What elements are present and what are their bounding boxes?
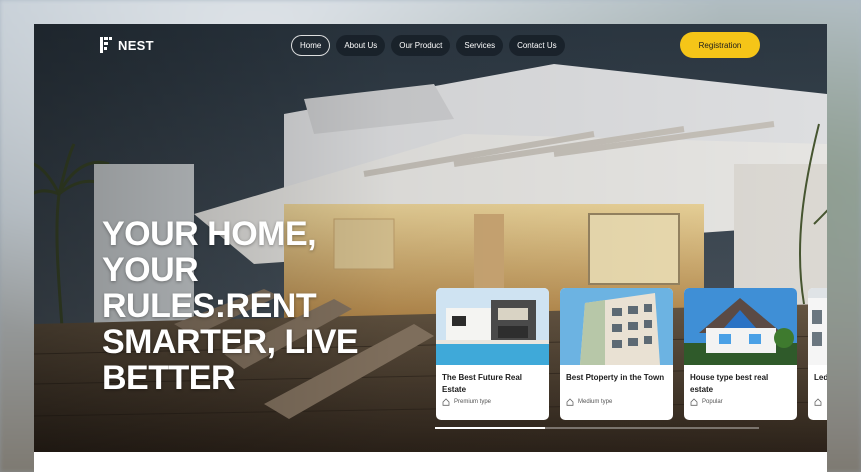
main-nav: Home About Us Our Product Services Conta… — [291, 35, 565, 56]
property-image-apartment-building — [560, 288, 673, 365]
card-type-label: Medium type — [578, 399, 613, 405]
home-icon — [690, 398, 698, 406]
headline-line: RULES:RENT — [102, 287, 317, 325]
headline-line: BETTER — [102, 359, 236, 397]
home-icon — [442, 398, 450, 406]
card-type-label: Premium type — [454, 399, 492, 405]
property-image-modern-villa — [436, 288, 549, 365]
home-icon — [814, 398, 822, 406]
brand-logo[interactable]: NEST — [100, 37, 154, 53]
nav-item-services[interactable]: Services — [456, 35, 504, 56]
property-card[interactable]: Led Be — [808, 288, 827, 420]
property-card[interactable]: House type best real estate Popular — [684, 288, 797, 420]
property-image-gabled-house — [684, 288, 797, 365]
card-title: Best Ptoperty in the Town — [566, 373, 665, 382]
home-icon — [566, 398, 574, 406]
carousel-progress-track — [435, 427, 759, 429]
nav-item-contact-us[interactable]: Contact Us — [509, 35, 565, 56]
page-frame: NEST Home About Us Our Product Services … — [34, 24, 827, 472]
property-image-townhouse — [808, 288, 827, 365]
card-type-label: Popular — [702, 399, 723, 405]
carousel-progress-fill — [435, 427, 546, 429]
headline-line: YOUR — [102, 251, 199, 289]
registration-button[interactable]: Registration — [680, 32, 760, 58]
hero-headline: YOUR HOME, YOUR RULES:RENT SMARTER, LIVE… — [102, 216, 402, 396]
nav-item-home[interactable]: Home — [291, 35, 331, 56]
brand-name: NEST — [118, 37, 154, 53]
card-title: The Best Future Real Estate — [442, 373, 523, 394]
nav-item-our-product[interactable]: Our Product — [391, 35, 451, 56]
hero-section: NEST Home About Us Our Product Services … — [34, 24, 827, 452]
card-title: Led Be — [814, 373, 827, 382]
property-card[interactable]: The Best Future Real Estate Premium type — [436, 288, 549, 420]
headline-line: YOUR HOME, — [102, 215, 317, 253]
nav-item-about-us[interactable]: About Us — [336, 35, 386, 56]
card-title: House type best real estate — [690, 373, 769, 394]
headline-line: SMARTER, LIVE — [102, 323, 359, 361]
property-carousel: The Best Future Real Estate Premium type — [436, 288, 827, 420]
property-card[interactable]: Best Ptoperty in the Town Medium type — [560, 288, 673, 420]
nest-logo-icon — [100, 37, 114, 53]
